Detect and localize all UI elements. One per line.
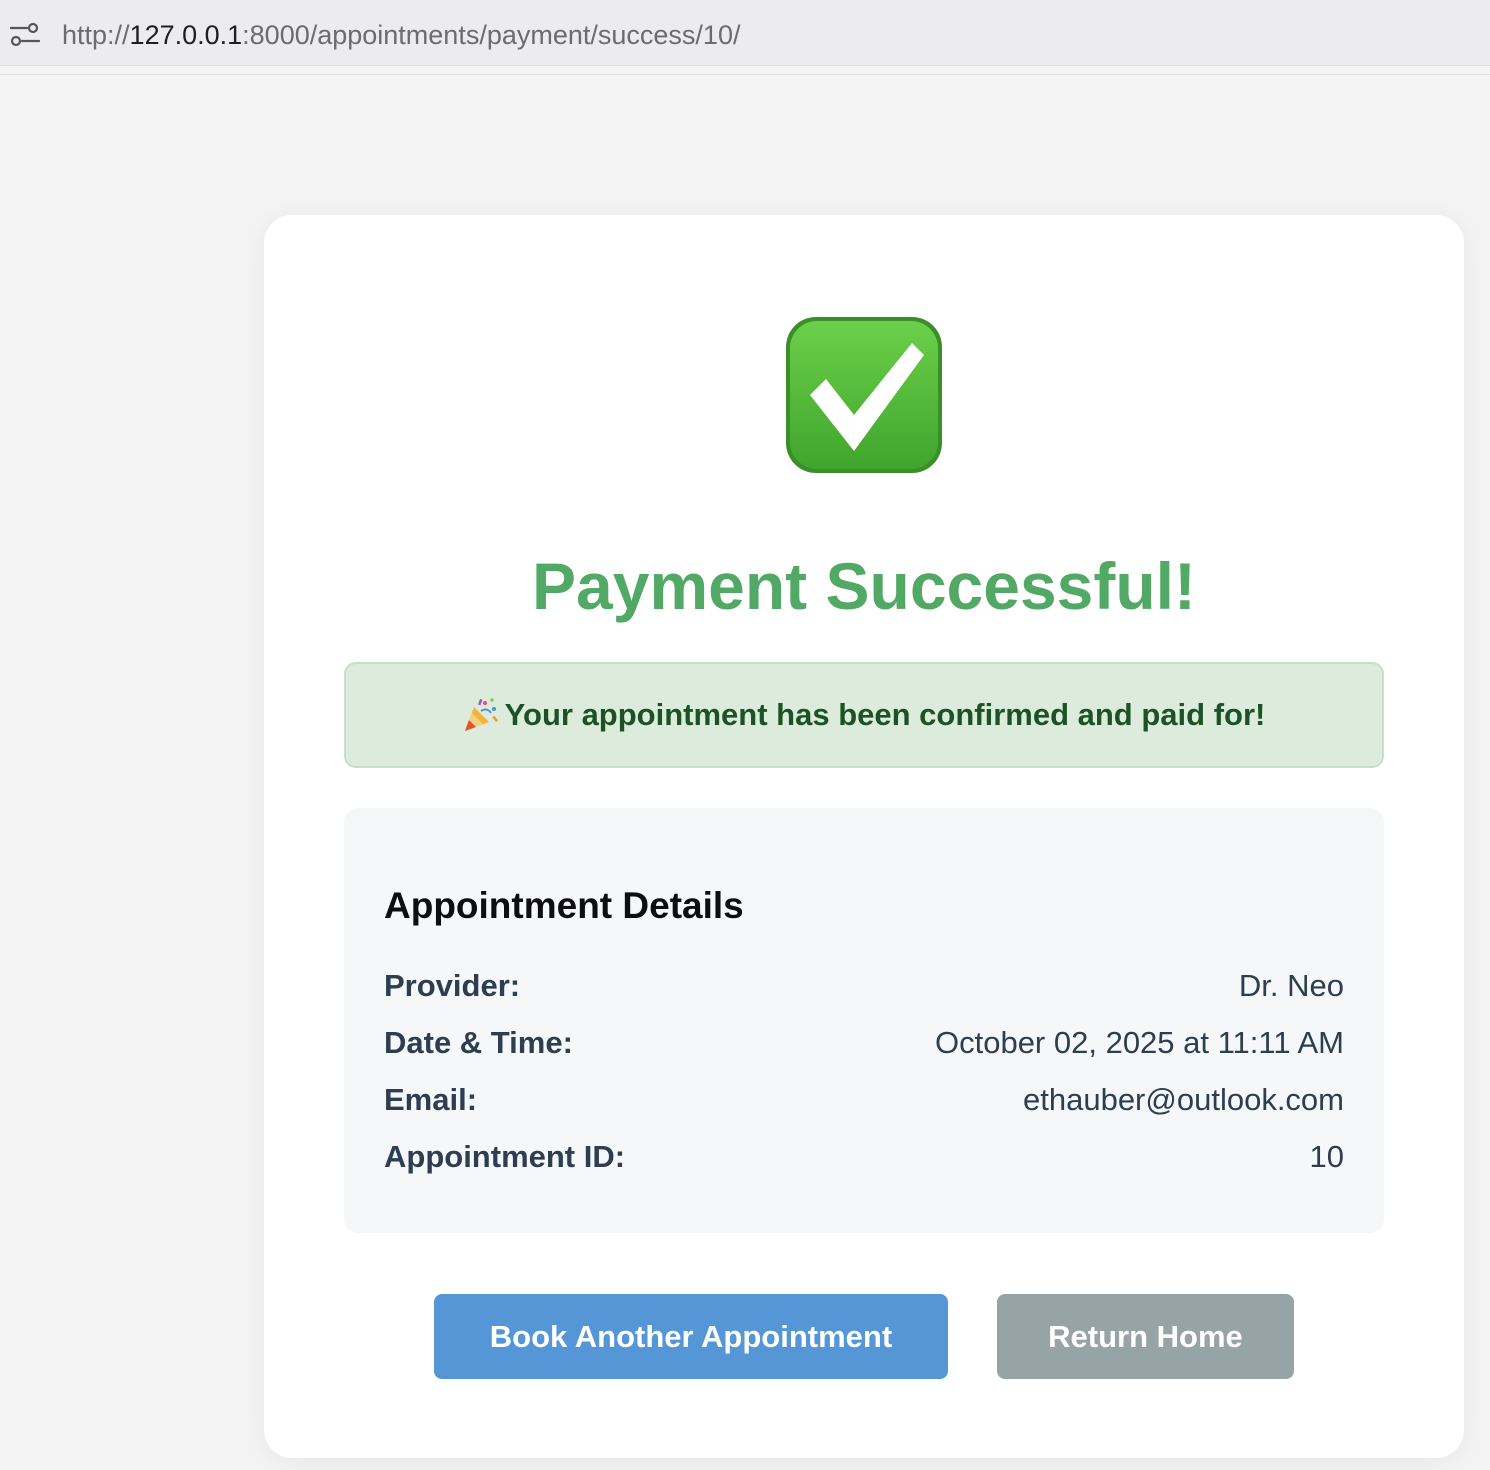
tune-icon[interactable] xyxy=(10,22,40,48)
return-home-button[interactable]: Return Home xyxy=(997,1294,1294,1379)
details-heading: Appointment Details xyxy=(384,885,744,926)
detail-value: 10 xyxy=(1309,1139,1344,1174)
alert-text: Your appointment has been confirmed and … xyxy=(504,697,1266,732)
toolbar-divider xyxy=(0,74,1490,75)
url-path: :8000/appointments/payment/success/10/ xyxy=(242,20,741,50)
detail-row-date-time: Date & Time: October 02, 2025 at 11:11 A… xyxy=(384,1021,1344,1065)
detail-row-provider: Provider: Dr. Neo xyxy=(384,964,1344,1008)
detail-value: October 02, 2025 at 11:11 AM xyxy=(934,1025,1344,1060)
detail-label: Email: xyxy=(384,1082,478,1117)
detail-label: Provider: xyxy=(384,968,521,1003)
check-mark-button-icon xyxy=(786,317,942,473)
detail-label: Date & Time: xyxy=(384,1025,573,1060)
page-title: Payment Successful! xyxy=(532,549,1196,623)
payment-success-card: Payment Successful! Your appointment has… xyxy=(264,215,1464,1458)
detail-label: Appointment ID: xyxy=(384,1139,626,1174)
book-another-appointment-button[interactable]: Book Another Appointment xyxy=(434,1294,948,1379)
appointment-details-panel: Appointment Details Provider: Dr. Neo Da… xyxy=(344,808,1384,1233)
detail-value: Dr. Neo xyxy=(1238,968,1344,1003)
url-field[interactable]: http://127.0.0.1:8000/appointments/payme… xyxy=(62,16,740,54)
url-host: 127.0.0.1 xyxy=(129,20,243,50)
detail-value: ethauber@outlook.com xyxy=(1023,1082,1344,1117)
browser-address-bar: http://127.0.0.1:8000/appointments/payme… xyxy=(0,0,1490,66)
detail-row-email: Email: ethauber@outlook.com xyxy=(384,1078,1344,1122)
party-popper-icon xyxy=(464,698,498,731)
detail-row-appointment-id: Appointment ID: 10 xyxy=(384,1135,1344,1179)
confirmation-alert: Your appointment has been confirmed and … xyxy=(344,662,1384,768)
url-prefix: http:// xyxy=(62,20,130,50)
